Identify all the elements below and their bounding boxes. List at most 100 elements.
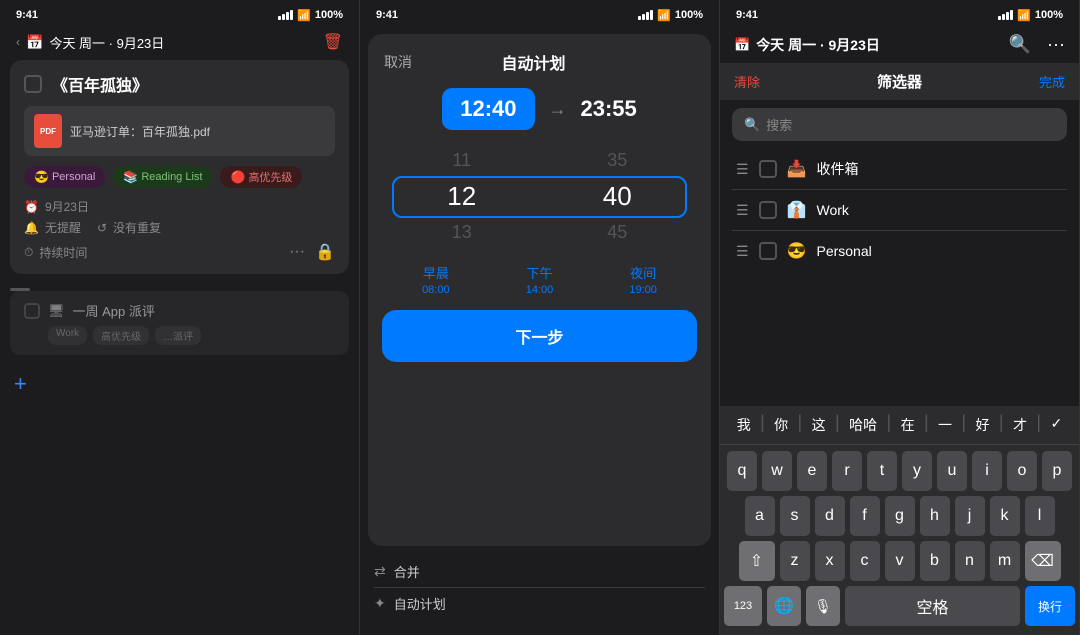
kb-key-t[interactable]: t [867,451,897,491]
tasks-header-date: 今天 周一 · 9月23日 [49,33,164,52]
kb-key-g[interactable]: g [885,496,915,536]
kb-delete-key[interactable]: ⌫ [1025,541,1061,581]
filter-item-work[interactable]: ☰ 👔 Work [732,190,1067,231]
panel2-auto-item[interactable]: ✦ 自动计划 [374,588,705,619]
kb-suggest-4[interactable]: 哈哈 [841,412,885,438]
kb-key-h[interactable]: h [920,496,950,536]
keyboard: q w e r t y u i o p a s d f g h j k [720,445,1079,635]
kb-key-q[interactable]: q [727,451,757,491]
personal-emoji: 😎 [34,170,49,184]
kb-key-u[interactable]: u [937,451,967,491]
kb-suggest-6[interactable]: 一 [930,412,960,438]
tp-minute-below: 45 [607,218,627,247]
trash-icon[interactable]: 🗑 [323,32,343,52]
kb-key-r[interactable]: r [832,451,862,491]
tp-preset-morning[interactable]: 早晨 08:00 [422,263,450,296]
chevron-icon[interactable]: ‹ [16,35,20,49]
kb-key-m[interactable]: m [990,541,1020,581]
task-meta: ⏰ 9月23日 🔔 无提醒 ↺ 没有重复 [24,198,335,236]
kb-suggest-3[interactable]: 这 [804,412,834,438]
tp-presets: 早晨 08:00 下午 14:00 夜间 19:00 [384,263,695,296]
task-attachment[interactable]: PDF 亚马逊订单：百年孤独.pdf [24,106,335,156]
tag-priority[interactable]: 🔴 高优先级 [220,166,302,188]
fi-checkbox-2[interactable] [759,201,777,219]
task-card-mini[interactable]: 🖥 一周 App 派评 Work 高优先级 …派评 [10,291,349,355]
filter-item-inbox[interactable]: ☰ 📥 收件箱 [732,149,1067,190]
task-checkbox-main[interactable] [24,75,42,93]
fi-emoji-3: 😎 [787,241,807,261]
kb-key-f[interactable]: f [850,496,880,536]
kb-key-i[interactable]: i [972,451,1002,491]
kb-suggest-check[interactable]: ✓ [1042,412,1070,438]
kb-key-k[interactable]: k [990,496,1020,536]
kb-key-d[interactable]: d [815,496,845,536]
kb-mic-key[interactable]: 🎙 [806,586,840,626]
tp-preset-night[interactable]: 夜间 19:00 [629,263,657,296]
wifi-icon-3: 📶 [1017,9,1031,22]
kb-suggest-2[interactable]: 你 [766,412,796,438]
kb-123-key[interactable]: 123 [724,586,762,626]
kb-key-b[interactable]: b [920,541,950,581]
tp-start-time[interactable]: 12:40 [442,88,534,130]
more-icon-3[interactable]: ··· [1047,34,1065,55]
attachment-name: 亚马逊订单：百年孤独.pdf [70,123,210,140]
task-mini-title: 一周 App 派评 [73,301,155,320]
reading-emoji: 📚 [123,170,138,184]
kb-key-x[interactable]: x [815,541,845,581]
fi-emoji-1: 📥 [787,159,807,179]
kb-suggest-8[interactable]: 才 [1005,412,1035,438]
task-title-main: 《百年孤独》 [52,72,148,96]
kb-suggest-7[interactable]: 好 [968,412,998,438]
kb-suggest-1[interactable]: 我 [729,412,759,438]
tp-cancel-button[interactable]: 取消 [384,52,412,72]
fi-label-3: Personal [816,243,871,259]
kb-key-o[interactable]: o [1007,451,1037,491]
kb-key-l[interactable]: l [1025,496,1055,536]
auto-icon: ✦ [374,595,386,612]
kb-globe-key[interactable]: 🌐 [767,586,801,626]
fi-checkbox-3[interactable] [759,242,777,260]
tp-hour-selected: 12 [447,175,476,218]
kb-suggest-5[interactable]: 在 [893,412,923,438]
filter-clear-button[interactable]: 清除 [734,72,760,91]
kb-key-v[interactable]: v [885,541,915,581]
battery-3: 100% [1035,9,1063,21]
task-reminder: 无提醒 [45,219,81,236]
kb-key-y[interactable]: y [902,451,932,491]
kb-key-n[interactable]: n [955,541,985,581]
tp-hour-col[interactable]: 11 12 13 [384,146,540,247]
kb-key-e[interactable]: e [797,451,827,491]
search-box[interactable]: 🔍 搜索 [732,108,1067,141]
kb-key-c[interactable]: c [850,541,880,581]
kb-shift-key[interactable]: ⇧ [739,541,775,581]
tp-minute-col[interactable]: 35 40 45 [540,146,696,247]
kb-key-j[interactable]: j [955,496,985,536]
kb-key-s[interactable]: s [780,496,810,536]
task-card-main[interactable]: 《百年孤独》 PDF 亚马逊订单：百年孤独.pdf 😎 Personal 📚 R… [10,60,349,274]
fi-checkbox-1[interactable] [759,160,777,178]
tp-next-button[interactable]: 下一步 [382,310,697,362]
panel2-content: 取消 自动计划 12:40 → 23:55 11 12 13 35 40 [360,28,719,635]
kb-key-z[interactable]: z [780,541,810,581]
tp-picker-area[interactable]: 11 12 13 35 40 45 [384,146,695,247]
p3-today: 📅 今天 周一 · 9月23日 [734,35,880,55]
add-task-button[interactable]: + [0,365,359,403]
tp-preset-afternoon[interactable]: 下午 14:00 [526,263,554,296]
kb-space-key[interactable]: 空格 [845,586,1020,626]
kb-enter-key[interactable]: 换行 [1025,586,1075,626]
calendar-icon-1: 📅 [26,34,43,51]
tag-personal[interactable]: 😎 Personal [24,166,105,188]
wifi-icon-1: 📶 [297,9,311,22]
filter-done-button[interactable]: 完成 [1039,72,1065,91]
task-mini-checkbox[interactable] [24,303,40,319]
kb-key-p[interactable]: p [1042,451,1072,491]
kb-key-w[interactable]: w [762,451,792,491]
dots-icon[interactable]: ··· [289,243,305,261]
kb-key-a[interactable]: a [745,496,775,536]
filter-item-personal[interactable]: ☰ 😎 Personal [732,231,1067,271]
tp-title: 自动计划 [501,50,565,74]
auto-label: 自动计划 [394,594,446,613]
search-icon-3[interactable]: 🔍 [1009,34,1031,55]
tag-reading[interactable]: 📚 Reading List [113,166,212,188]
panel2-merge-item[interactable]: ⇄ 合并 [374,556,705,588]
